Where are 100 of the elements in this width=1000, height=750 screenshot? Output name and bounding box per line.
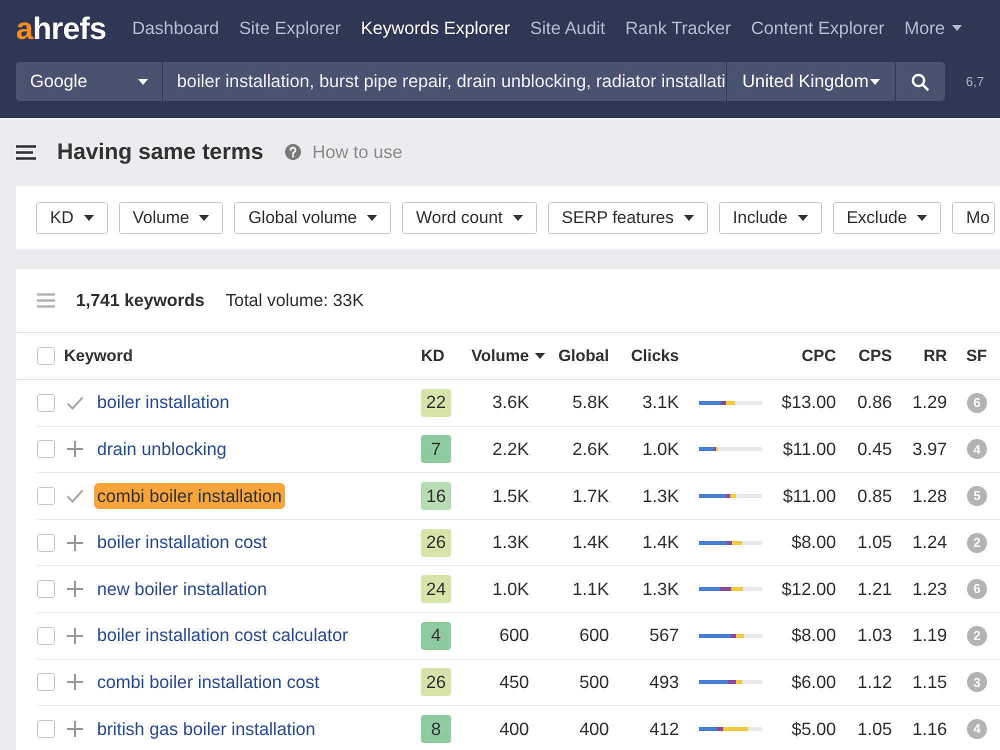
- filter-dropdown[interactable]: Exclude: [832, 202, 942, 234]
- filter-dropdown[interactable]: Volume: [118, 202, 224, 234]
- volume-cell-text: 400: [499, 718, 529, 741]
- column-header[interactable]: CPC: [802, 344, 836, 368]
- caret-icon: [199, 214, 210, 220]
- menu-icon[interactable]: [16, 144, 36, 160]
- difficulty-badge: 26: [421, 668, 451, 696]
- rr-cell-text: 1.29: [912, 391, 947, 414]
- search-engine-dropdown[interactable]: Google: [16, 62, 162, 101]
- row-checkbox[interactable]: [37, 580, 55, 598]
- keyword-link[interactable]: boiler installation: [97, 389, 230, 416]
- keyword-link[interactable]: boiler installation cost: [97, 529, 267, 556]
- cps-cell-text: 0.85: [857, 484, 892, 508]
- filter-dropdown[interactable]: SERP features: [548, 202, 708, 234]
- keyword-link[interactable]: boiler installation cost calculator: [97, 622, 348, 650]
- caret-icon: [798, 214, 808, 220]
- cpc-cell-text: $12.00: [782, 578, 836, 601]
- row-checkbox[interactable]: [37, 673, 55, 692]
- caret-icon: [84, 214, 94, 220]
- nav-link[interactable]: More: [904, 14, 962, 42]
- column-header[interactable]: RR: [923, 344, 947, 368]
- row-checkbox[interactable]: [37, 440, 55, 458]
- nav-link[interactable]: Content Explorer: [750, 14, 884, 42]
- volume-cell-text: 1.5K: [492, 484, 529, 508]
- difficulty-badge: 24: [421, 575, 451, 604]
- search-field[interactable]: boiler installation, burst pipe repair, drain unblocking, radiator installati: [162, 62, 726, 101]
- keyword-count: 1,741 keywords: [76, 289, 205, 312]
- nav-link[interactable]: Rank Tracker: [625, 14, 731, 42]
- difficulty-badge: 8: [421, 714, 451, 743]
- plus-icon[interactable]: [66, 673, 84, 692]
- global-volume-cell-text: 600: [579, 624, 609, 648]
- search-icon: [911, 72, 930, 90]
- rr-cell-text: 1.15: [912, 671, 947, 694]
- cpc-cell-text: $11.00: [782, 484, 836, 508]
- nav-link[interactable]: Site Audit: [530, 14, 606, 42]
- column-header[interactable]: CPS: [858, 344, 892, 368]
- row-checkbox[interactable]: [37, 394, 55, 412]
- row-checkbox[interactable]: [37, 626, 55, 645]
- cpc-cell-text: $8.00: [792, 624, 836, 648]
- column-header[interactable]: Volume: [471, 344, 545, 368]
- serp-features-count: 4: [967, 718, 987, 739]
- total-volume: Total volume: 33K: [226, 289, 364, 312]
- filter-dropdown[interactable]: Mo: [952, 202, 995, 234]
- cpc-cell-text: $5.00: [792, 718, 836, 741]
- global-volume-cell-text: 2.6K: [572, 438, 609, 462]
- logo-wordmark[interactable]: ahrefs: [16, 12, 106, 44]
- caret-icon: [367, 214, 377, 220]
- volume-cell-text: 600: [499, 624, 529, 648]
- column-header[interactable]: SF: [966, 344, 987, 368]
- filter-dropdown[interactable]: KD: [36, 202, 108, 234]
- keyword-link[interactable]: combi boiler installation: [94, 482, 285, 510]
- global-volume-cell-text: 1.4K: [572, 531, 609, 554]
- help-icon[interactable]: [285, 144, 302, 160]
- country-dropdown[interactable]: United Kingdom: [727, 62, 895, 101]
- plus-icon[interactable]: [66, 440, 84, 458]
- column-header[interactable]: KD: [421, 344, 445, 368]
- search-button[interactable]: [896, 62, 945, 101]
- keyword-link[interactable]: new boiler installation: [97, 576, 268, 603]
- nav-link[interactable]: Keywords Explorer: [360, 14, 510, 42]
- page-title: Having same terms: [57, 138, 264, 166]
- difficulty-badge: 26: [421, 528, 451, 557]
- keyword-link[interactable]: combi boiler installation cost: [97, 669, 320, 696]
- column-header[interactable]: Global: [558, 344, 609, 368]
- clicks-cell-text: 1.4K: [642, 531, 679, 554]
- rr-cell-text: 1.24: [912, 531, 947, 554]
- column-header[interactable]: Keyword: [64, 344, 133, 368]
- filter-dropdown[interactable]: Include: [718, 202, 822, 234]
- column-header[interactable]: Clicks: [631, 344, 679, 368]
- caret-icon: [870, 78, 880, 84]
- serp-features-count: 5: [967, 486, 987, 506]
- row-checkbox[interactable]: [37, 720, 55, 738]
- clicks-cell-text: 3.1K: [642, 391, 679, 414]
- filter-dropdown[interactable]: Word count: [402, 202, 537, 234]
- select-all-checkbox[interactable]: [37, 347, 55, 365]
- plus-icon[interactable]: [66, 534, 84, 552]
- cpc-cell-text: $6.00: [792, 671, 836, 694]
- cpc-cell-text: $13.00: [782, 391, 836, 414]
- serp-features-count: 6: [967, 392, 987, 413]
- plus-icon[interactable]: [66, 626, 84, 645]
- clicks-cell-text: 1.3K: [642, 578, 679, 601]
- clicks-cell-text: 412: [649, 718, 679, 741]
- nav-link[interactable]: Dashboard: [132, 14, 220, 42]
- filter-dropdown[interactable]: Global volume: [234, 202, 391, 234]
- list-icon[interactable]: [37, 293, 55, 308]
- global-volume-cell-text: 400: [579, 718, 609, 741]
- row-checkbox[interactable]: [37, 486, 55, 505]
- serp-features-count: 4: [967, 439, 987, 460]
- caret-icon: [952, 25, 962, 31]
- difficulty-badge: 22: [421, 388, 451, 417]
- plus-icon[interactable]: [66, 720, 84, 738]
- cps-cell-text: 1.03: [857, 624, 892, 648]
- keyword-link[interactable]: drain unblocking: [97, 436, 226, 463]
- plus-icon[interactable]: [66, 580, 84, 598]
- difficulty-badge: 16: [421, 482, 451, 510]
- caret-icon: [684, 214, 694, 220]
- row-checkbox[interactable]: [37, 534, 55, 552]
- volume-cell-text: 1.3K: [492, 531, 529, 554]
- nav-link[interactable]: Site Explorer: [239, 14, 341, 42]
- cps-cell-text: 1.21: [857, 578, 892, 601]
- keyword-link[interactable]: british gas boiler installation: [97, 716, 316, 742]
